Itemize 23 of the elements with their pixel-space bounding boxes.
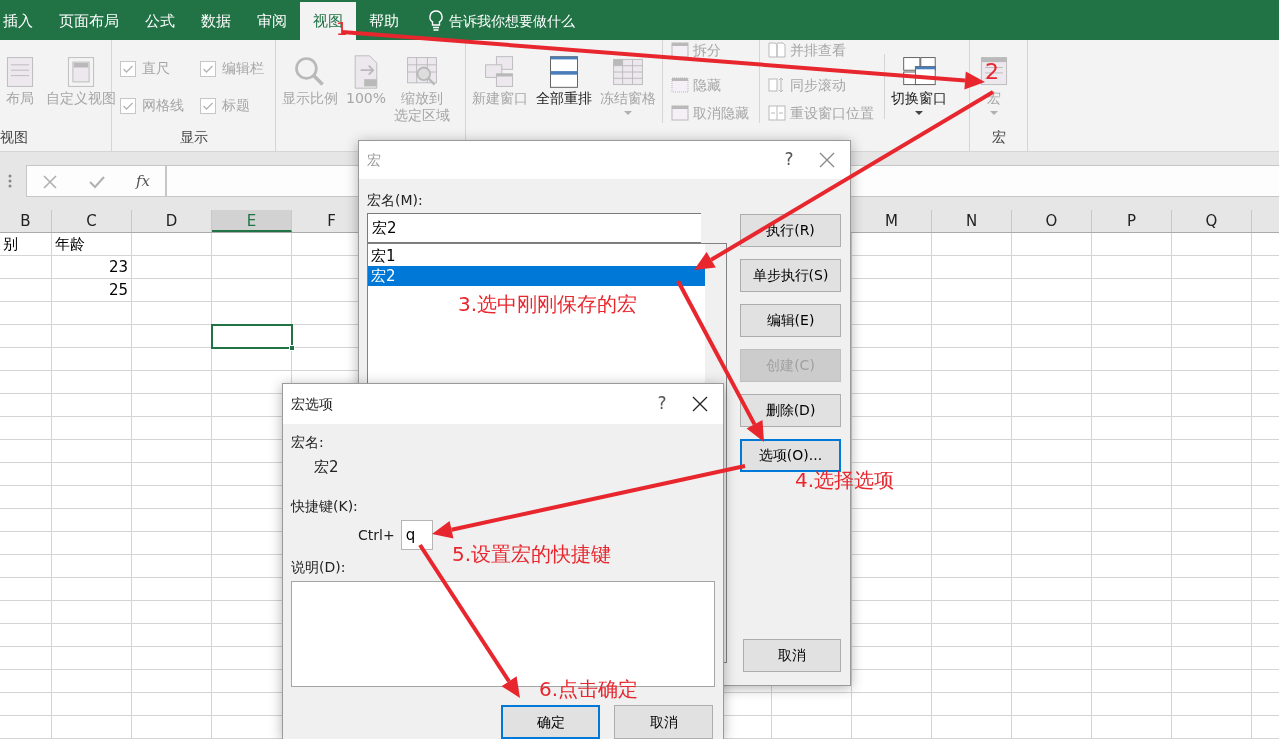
field-label: 宏名: xyxy=(291,433,325,451)
table-cell-text: 别 xyxy=(2,234,19,255)
field-label: 宏名(M): xyxy=(367,191,424,209)
checkbox-label: 编辑栏 xyxy=(222,59,264,78)
checkbox-label: 直尺 xyxy=(142,59,170,78)
group-label: 视图 xyxy=(0,128,29,147)
field-label: 快捷键(K): xyxy=(291,497,358,515)
dialog-title: 宏 xyxy=(367,150,382,170)
table-cell-text: 25 xyxy=(107,280,129,301)
field-label: 说明(D): xyxy=(291,558,346,576)
group-label: 宏 xyxy=(990,128,1007,147)
checkbox-label: 标题 xyxy=(222,96,250,115)
table-cell-text: 年龄 xyxy=(54,234,86,255)
group-label: 显示 xyxy=(178,128,209,147)
annotation-label: 6.点击确定 xyxy=(539,677,639,701)
annotation-label: 3.选中刚刚保存的宏 xyxy=(458,292,638,316)
annotation-label: 5.设置宏的快捷键 xyxy=(452,542,612,566)
checkbox-label: 网格线 xyxy=(142,96,184,115)
field-label: Ctrl+ xyxy=(358,526,395,544)
dialog-title: 宏选项 xyxy=(291,394,334,414)
macro-name: 宏2 xyxy=(314,458,339,476)
annotation-label: 2 xyxy=(985,60,999,84)
table-cell-text: 23 xyxy=(107,257,129,278)
